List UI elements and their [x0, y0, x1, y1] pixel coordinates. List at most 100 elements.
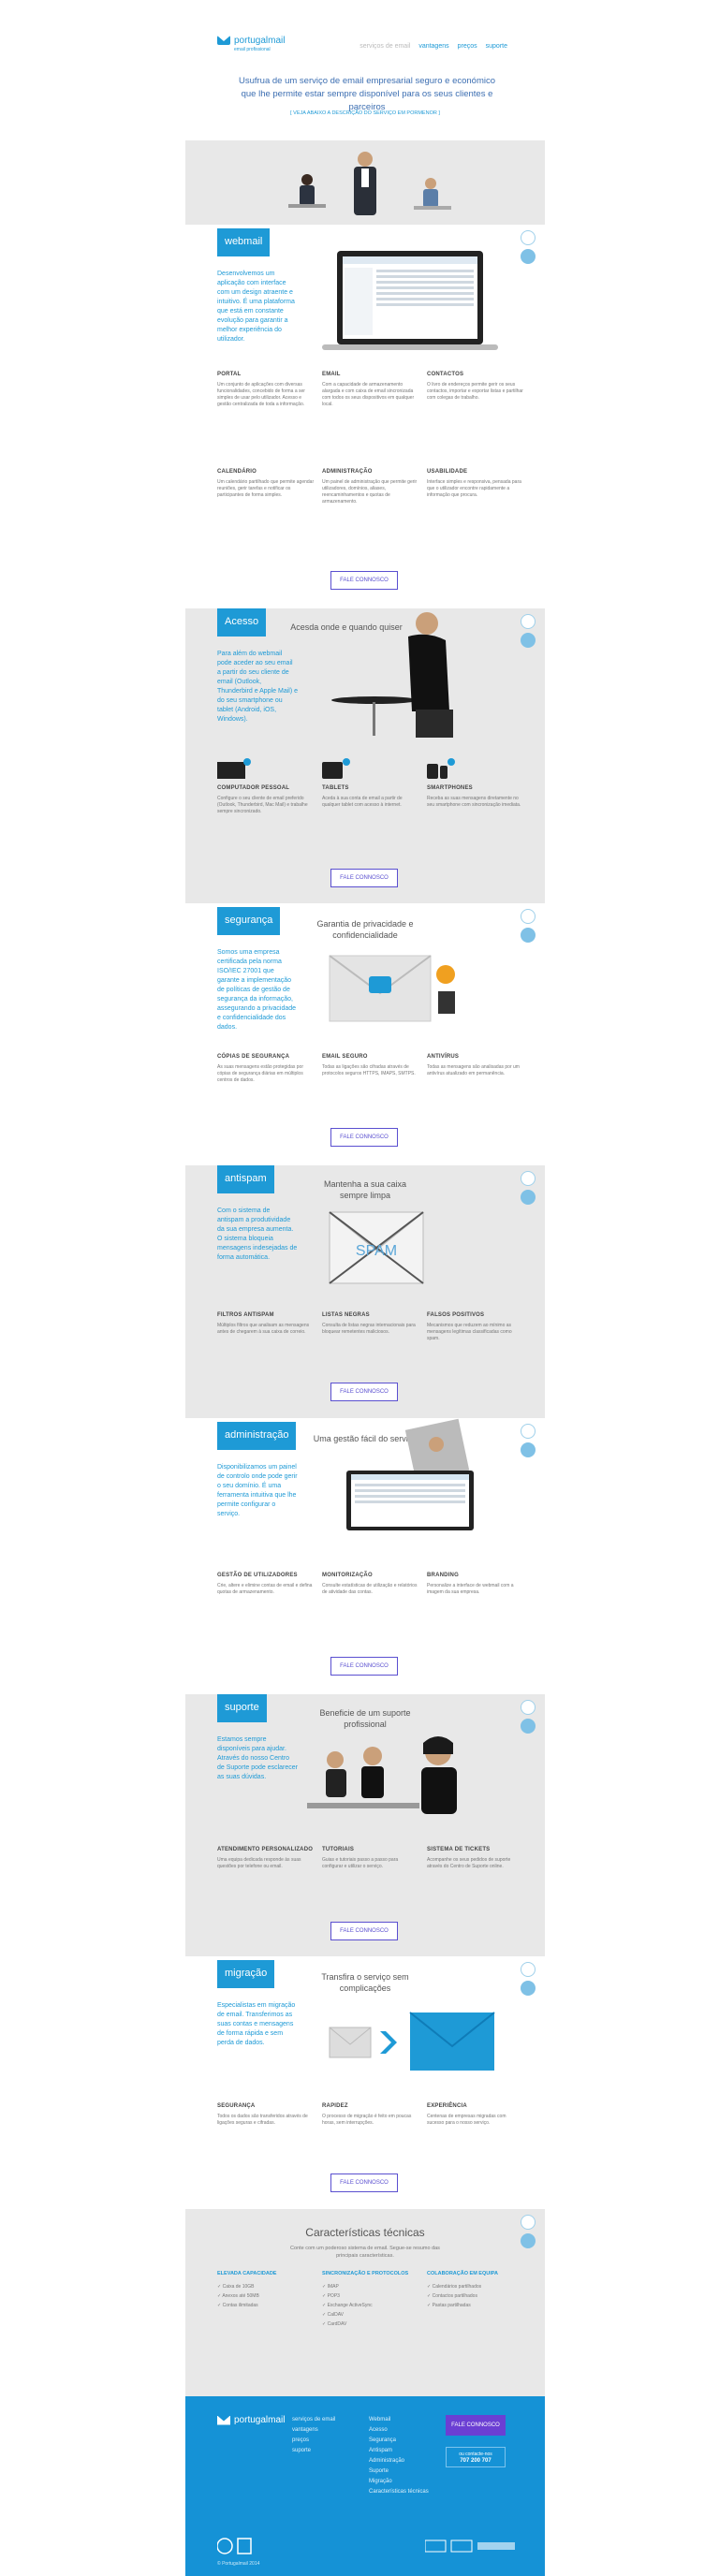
migracao-lead: Especialistas em migração de email. Tran…	[217, 2002, 296, 2046]
page: portugalmail email profissional serviços…	[0, 0, 719, 2576]
nav-dot-up[interactable]	[521, 1424, 536, 1439]
nav-item-precos[interactable]: preços	[458, 43, 477, 50]
nav-dot-up[interactable]	[521, 614, 536, 629]
feature-tickets: SISTEMA DE TICKETS Acompanhe os seus pedi…	[427, 1847, 511, 1869]
section-webmail: webmail Desenvolvemos um aplicação com i…	[185, 225, 545, 608]
feature-email-seguro: EMAIL SEGURO Todas as ligações são cifrad…	[322, 1054, 416, 1076]
footer-link[interactable]: Características técnicas	[369, 2487, 429, 2497]
tag-suporte: suporte	[217, 1694, 267, 1722]
footer-link[interactable]: serviços de email	[292, 2415, 335, 2425]
tag-migracao: migração	[217, 1960, 275, 1988]
logo-subtitle: email profissional	[234, 47, 271, 52]
footer-logo[interactable]: portugalmail	[217, 2415, 285, 2425]
feature-computador: COMPUTADOR PESSOAL Configure o seu client…	[217, 785, 308, 814]
webmail-cta-button[interactable]: FALE CONNOSCO	[330, 571, 398, 590]
migration-envelopes-illustration	[329, 2012, 495, 2071]
migracao-cta-button[interactable]: FALE CONNOSCO	[330, 2174, 398, 2192]
section-administracao: administração Uma gestão fácil do serviç…	[185, 1418, 545, 1694]
feature-tablets: TABLETS Aceda à sua conta de email a part…	[322, 785, 403, 808]
administracao-lead: Disponibilizamos um painel de controlo o…	[217, 1464, 298, 1517]
footer-link[interactable]: vantagens	[292, 2425, 335, 2436]
tag-webmail: webmail	[217, 228, 271, 256]
footer-link[interactable]: suporte	[292, 2446, 335, 2456]
man-at-desk-illustration	[331, 612, 453, 738]
footer-link[interactable]: Administração	[369, 2456, 429, 2466]
antispam-lead: Com o sistema de antispam a produtividad…	[217, 1208, 298, 1261]
nav-dot-up[interactable]	[521, 1700, 536, 1715]
feature-filtros: FILTROS ANTISPAM Múltiplos filtros que an…	[217, 1312, 310, 1335]
administracao-cta-button[interactable]: FALE CONNOSCO	[330, 1657, 398, 1676]
nav-dot-down[interactable]	[521, 249, 536, 264]
header: portugalmail email profissional serviços…	[185, 0, 545, 140]
feature-experiencia: EXPERIÊNCIA Centenas de empresas migradas…	[427, 2103, 506, 2126]
feature-branding: BRANDING Personalize a interface de webma…	[427, 1573, 514, 1595]
footer-phone-box[interactable]: ou contacte-nos 707 200 707	[446, 2447, 506, 2467]
laptop-webmail-illustration	[322, 251, 498, 350]
migracao-headline: Transfira o serviço sem complicações	[321, 1972, 409, 1993]
tech-col-sincronizacao: SINCRONIZAÇÃO E PROTOCOLOS ✓ IMAP ✓ POP3 ✓…	[322, 2271, 409, 2327]
intro-link[interactable]: [ VEJA ABAIXO A DESCRIÇÃO DO SERVIÇO EM …	[185, 110, 545, 116]
seguranca-cta-button[interactable]: FALE CONNOSCO	[330, 1128, 398, 1147]
nav-dot-up[interactable]	[521, 230, 536, 245]
secure-envelope-illustration	[329, 955, 455, 1022]
feature-administracao: ADMINISTRAÇÃO Um painel de administração …	[322, 469, 418, 505]
section-seguranca: segurança Garantia de privacidade e conf…	[185, 903, 545, 1165]
acesso-cta-button[interactable]: FALE CONNOSCO	[330, 869, 398, 887]
footer-nav-sections: Webmail Acesso Segurança Antispam Admini…	[369, 2415, 429, 2497]
suporte-headline: Beneficie de um suporte profissional	[319, 1708, 411, 1729]
footer-link[interactable]: Segurança	[369, 2436, 429, 2446]
antispam-cta-button[interactable]: FALE CONNOSCO	[330, 1383, 398, 1401]
partner-logos-icon	[425, 2539, 515, 2553]
tech-col-capacidade: ELEVADA CAPACIDADE ✓ Caixa de 10GB ✓ Anex…	[217, 2271, 277, 2308]
nav-dot-up[interactable]	[521, 1962, 536, 1977]
section-suporte: suporte Beneficie de um suporte profissi…	[185, 1694, 545, 1956]
certification-badges-icon	[217, 2538, 252, 2554]
seguranca-lead: Somos uma empresa certificada pela norma…	[217, 949, 297, 1031]
seguranca-headline: Garantia de privacidade e confidencialid…	[316, 919, 414, 940]
feature-atendimento: ATENDIMENTO PERSONALIZADO Uma equipa dedi…	[217, 1847, 314, 1869]
nav-dot-down[interactable]	[521, 1190, 536, 1205]
footer-link[interactable]: Webmail	[369, 2415, 429, 2425]
section-antispam: antispam Mantenha a sua caixa sempre lim…	[185, 1165, 545, 1418]
nav-dot-down[interactable]	[521, 1442, 536, 1457]
footer-link[interactable]: Migração	[369, 2477, 429, 2487]
spam-label: SPAM	[356, 1243, 397, 1259]
nav-dot-up[interactable]	[521, 1171, 536, 1186]
section-acesso: Acesso Acesda onde e quando quiser Para …	[185, 608, 545, 903]
suporte-lead: Estamos sempre disponíveis para ajudar. …	[217, 1736, 298, 1780]
section-migracao: migração Transfira o serviço sem complic…	[185, 1956, 545, 2209]
footer-nav-main: serviços de email vantagens preços supor…	[292, 2415, 335, 2456]
tag-acesso: Acesso	[217, 608, 267, 637]
nav-dot-down[interactable]	[521, 928, 536, 943]
tag-antispam: antispam	[217, 1165, 274, 1193]
top-nav: serviços de email vantagens preços supor…	[360, 43, 507, 50]
feature-smartphones: SMARTPHONES Receba as suas mensagens dire…	[427, 785, 521, 808]
footer-link[interactable]: Acesso	[369, 2425, 429, 2436]
nav-dot-up[interactable]	[521, 909, 536, 924]
footer-link[interactable]: Suporte	[369, 2466, 429, 2477]
footer-link[interactable]: Antispam	[369, 2446, 429, 2456]
feature-rapidez: RAPIDEZ O processo de migração é feito em…	[322, 2103, 412, 2126]
tech-title: Características técnicas	[305, 2226, 425, 2239]
footer-cta-button[interactable]: FALE CONNOSCO	[446, 2415, 506, 2436]
webmail-lead: Desenvolvemos um aplicação com interface…	[217, 271, 295, 343]
nav-dot-down[interactable]	[521, 633, 536, 648]
feature-monitorizacao: MONITORIZAÇÃO Consulte estatísticas de ut…	[322, 1573, 418, 1595]
footer-link[interactable]: preços	[292, 2436, 335, 2446]
acesso-lead: Para além do webmail pode aceder ao seu …	[217, 651, 298, 723]
feature-usabilidade: USABILIDADE Interface simples e responsiv…	[427, 469, 521, 498]
nav-dot-down[interactable]	[521, 1981, 536, 1996]
antispam-headline: Mantenha a sua caixa sempre limpa	[323, 1179, 407, 1200]
desktop-device-icon	[217, 758, 251, 779]
logo[interactable]: portugalmail email profissional	[217, 36, 285, 52]
feature-tutoriais: TUTORIAIS Guias e tutoriais passo a passo…	[322, 1847, 399, 1869]
nav-item-vantagens[interactable]: vantagens	[418, 43, 448, 50]
nav-dot-down[interactable]	[521, 1719, 536, 1734]
tech-subtitle: Conte com um poderoso sistema de email. …	[290, 2246, 440, 2259]
feature-contactos: CONTACTOS O livro de endereços permite ge…	[427, 372, 523, 401]
suporte-cta-button[interactable]: FALE CONNOSCO	[330, 1922, 398, 1940]
logo-envelope-icon	[217, 36, 230, 45]
feature-copias: CÓPIAS DE SEGURANÇA As suas mensagens est…	[217, 1054, 303, 1083]
nav-item-suporte[interactable]: suporte	[486, 43, 507, 50]
nav-item-servicos[interactable]: serviços de email	[360, 43, 410, 50]
